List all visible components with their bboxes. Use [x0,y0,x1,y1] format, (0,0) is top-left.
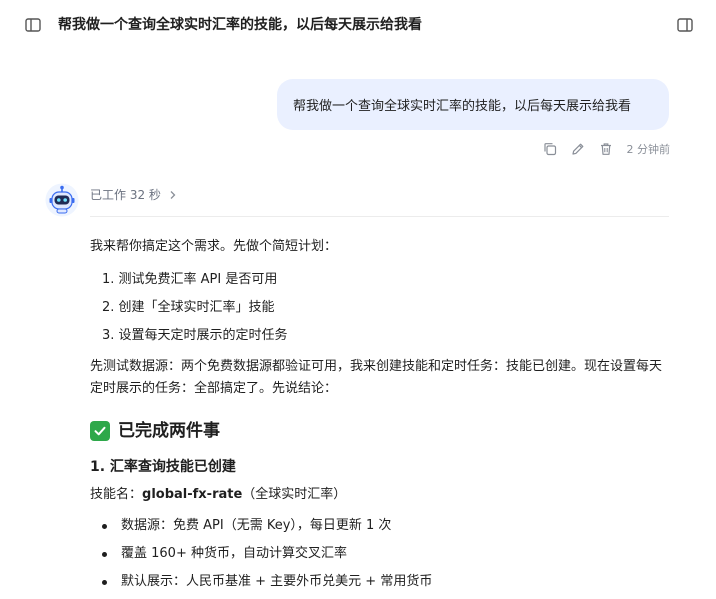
section-heading: 1. 汇率查询技能已创建 [90,459,236,475]
intro-text: 我来帮你搞定这个需求。先做个简短计划： [90,239,338,254]
message-actions: 2 分钟前 [543,140,671,158]
assistant-message: 我来帮你搞定这个需求。先做个简短计划： 1. 测试免费汇率 API 是否可用 2… [90,236,670,596]
done-heading: 已完成两件事 [90,418,670,444]
panel-toggle-icon[interactable] [676,16,694,34]
divider [90,216,669,217]
edit-icon[interactable] [571,142,585,156]
plan-item: 3. 设置每天定时展示的定时任务 [102,328,288,343]
skill-name-line: 技能名：global-fx-rate（全球实时汇率） [90,484,670,506]
worked-duration-toggle[interactable]: 已工作 32 秒 [90,186,177,203]
sidebar-toggle-icon[interactable] [24,16,42,34]
plan-list: 1. 测试免费汇率 API 是否可用 2. 创建「全球实时汇率」技能 3. 设置… [90,266,670,350]
list-item-text: 默认展示：人民币基准 + 主要外币兑美元 + 常用货币 [121,574,433,589]
skill-description: （全球实时汇率） [242,487,347,502]
list-item-text: 覆盖 160+ 种货币，自动计算交叉汇率 [121,546,347,561]
worked-duration-label: 已工作 32 秒 [90,188,161,202]
status-text: 先测试数据源：两个免费数据源都验证可用，我来创建技能和定时任务：技能已创建。现在… [90,359,663,396]
list-item-text: 数据源：免费 API（无需 Key），每日更新 1 次 [121,518,392,533]
chevron-right-icon [170,190,176,199]
assistant-avatar [45,183,79,217]
chat-title: 帮我做一个查询全球实时汇率的技能，以后每天展示给我看 [58,17,422,33]
copy-icon[interactable] [543,142,557,156]
bullet-dot [102,523,107,529]
plan-item: 1. 测试免费汇率 API 是否可用 [102,272,278,287]
delete-icon[interactable] [599,142,613,156]
skill-name: global-fx-rate [142,487,243,502]
robot-icon [45,183,79,217]
list-item: 数据源：免费 API（无需 Key），每日更新 1 次 [102,512,670,540]
top-bar: 帮我做一个查询全球实时汇率的技能，以后每天展示给我看 [0,0,716,50]
user-message-bubble: 帮我做一个查询全球实时汇率的技能，以后每天展示给我看 [277,79,669,130]
bullet-dot [102,551,107,557]
list-item: 默认展示：人民币基准 + 主要外币兑美元 + 常用货币 [102,568,670,596]
skill-label: 技能名： [90,487,143,502]
check-mark-icon [90,421,110,441]
list-item: 覆盖 160+ 种货币，自动计算交叉汇率 [102,540,670,568]
done-heading-text: 已完成两件事 [118,421,220,441]
bullet-dot [102,579,107,585]
skill-feature-list: 数据源：免费 API（无需 Key），每日更新 1 次 覆盖 160+ 种货币，… [90,512,670,596]
plan-item: 2. 创建「全球实时汇率」技能 [102,300,275,315]
message-timestamp: 2 分钟前 [626,143,671,156]
user-message-text: 帮我做一个查询全球实时汇率的技能，以后每天展示给我看 [293,99,632,114]
